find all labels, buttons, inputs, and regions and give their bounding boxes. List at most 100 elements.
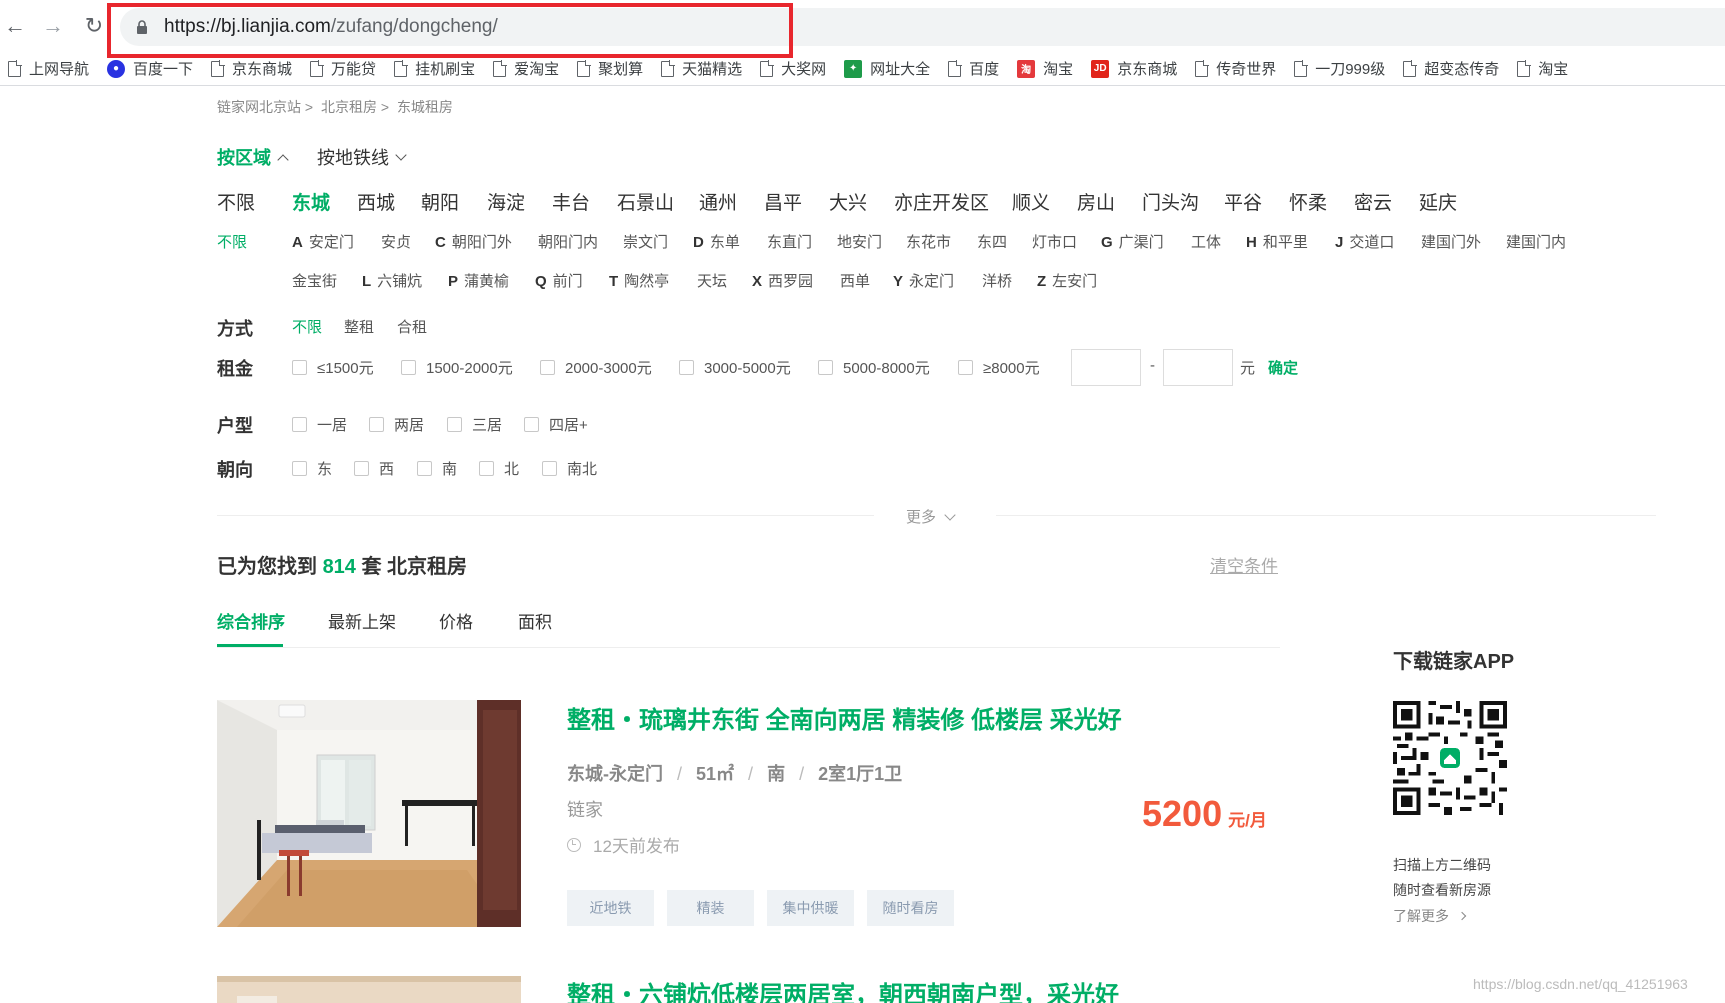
layout-option[interactable]: 三居 <box>447 414 502 435</box>
checkbox[interactable] <box>292 461 307 476</box>
district-option[interactable]: 昌平 <box>764 188 802 215</box>
rent-option[interactable]: ≥8000元 <box>958 357 1040 378</box>
checkbox[interactable] <box>540 360 555 375</box>
bookmark-item[interactable]: ✦ 网址大全 <box>844 58 930 79</box>
subdistrict-option[interactable]: 洋桥 <box>982 270 1012 291</box>
bookmark-item[interactable]: 超变态传奇 <box>1403 58 1499 79</box>
subdistrict-option[interactable]: 金宝街 <box>292 270 337 291</box>
subdistrict-option[interactable]: 东花市 <box>906 231 951 252</box>
rent-min-input[interactable] <box>1071 349 1141 386</box>
checkbox[interactable] <box>524 417 539 432</box>
breadcrumb-item[interactable]: 链家网北京站 > <box>217 99 313 115</box>
checkbox[interactable] <box>401 360 416 375</box>
subdistrict-option[interactable]: L 六铺炕 <box>362 270 422 291</box>
mode-option-selected[interactable]: 不限 <box>292 316 322 337</box>
bookmark-item[interactable]: 淘淘宝 <box>1017 58 1073 79</box>
clear-filters-link[interactable]: 清空条件 <box>1210 552 1278 577</box>
district-option[interactable]: 丰台 <box>552 188 590 215</box>
district-option[interactable]: 海淀 <box>487 188 525 215</box>
district-option[interactable]: 怀柔 <box>1289 188 1327 215</box>
breadcrumb-item[interactable]: 东城租房 <box>397 99 453 115</box>
bookmark-item[interactable]: 传奇世界 <box>1195 58 1276 79</box>
subdistrict-option[interactable]: C 朝阳门外 <box>435 231 512 252</box>
subdistrict-option[interactable]: 工体 <box>1191 231 1221 252</box>
rent-confirm-button[interactable]: 确定 <box>1268 357 1298 378</box>
subdistrict-option[interactable]: T 陶然亭 <box>609 270 669 291</box>
back-arrow-icon[interactable]: ← <box>1 12 29 40</box>
sort-tab-area[interactable]: 面积 <box>518 608 552 633</box>
district-option[interactable]: 门头沟 <box>1142 188 1199 215</box>
district-option[interactable]: 朝阳 <box>421 188 459 215</box>
tab-by-region[interactable]: 按区域 <box>217 144 289 170</box>
rent-option[interactable]: 5000-8000元 <box>818 357 930 378</box>
layout-option[interactable]: 两居 <box>369 414 424 435</box>
reload-icon[interactable]: ↻ <box>80 12 108 40</box>
checkbox[interactable] <box>542 461 557 476</box>
subdistrict-option[interactable]: 建国门内 <box>1506 231 1566 252</box>
subdistrict-option[interactable]: G 广渠门 <box>1101 231 1164 252</box>
listing-title[interactable]: 整租・琉璃井东街 全南向两居 精装修 低楼层 采光好 <box>567 700 1122 735</box>
forward-arrow-icon[interactable]: → <box>39 12 67 40</box>
bookmark-item[interactable]: 爱淘宝 <box>493 58 559 79</box>
district-option[interactable]: 不限 <box>217 188 255 215</box>
subdistrict-option[interactable]: 地安门 <box>837 231 882 252</box>
bookmark-item[interactable]: 大奖网 <box>760 58 826 79</box>
subdistrict-option[interactable]: P 蒲黄榆 <box>448 270 509 291</box>
district-option[interactable]: 亦庄开发区 <box>894 188 989 215</box>
subdistrict-option[interactable]: A 安定门 <box>292 231 354 252</box>
district-option[interactable]: 密云 <box>1354 188 1392 215</box>
checkbox[interactable] <box>958 360 973 375</box>
district-option[interactable]: 通州 <box>699 188 737 215</box>
sort-tab-newest[interactable]: 最新上架 <box>328 608 396 633</box>
subdistrict-option[interactable]: 东直门 <box>767 231 812 252</box>
tab-by-subway[interactable]: 按地铁线 <box>317 144 407 170</box>
district-option[interactable]: 平谷 <box>1224 188 1262 215</box>
bookmark-item[interactable]: 万能贷 <box>310 58 376 79</box>
district-option[interactable]: 大兴 <box>829 188 867 215</box>
layout-option[interactable]: 一居 <box>292 414 347 435</box>
bookmark-item[interactable]: 挂机刷宝 <box>394 58 475 79</box>
checkbox[interactable] <box>292 360 307 375</box>
learn-more-link[interactable]: 了解更多 <box>1393 906 1467 926</box>
rent-option[interactable]: 1500-2000元 <box>401 357 513 378</box>
subdistrict-option[interactable]: 建国门外 <box>1421 231 1481 252</box>
bookmark-item[interactable]: 一刀999级 <box>1294 58 1385 79</box>
bookmark-item[interactable]: 京东商城 <box>211 58 292 79</box>
subdistrict-option[interactable]: J 交道口 <box>1335 231 1394 252</box>
subdistrict-option[interactable]: Q 前门 <box>535 270 583 291</box>
checkbox[interactable] <box>417 461 432 476</box>
bookmark-item[interactable]: 淘宝 <box>1517 58 1568 79</box>
rent-option[interactable]: 3000-5000元 <box>679 357 791 378</box>
sort-tab-default[interactable]: 综合排序 <box>217 608 285 633</box>
checkbox[interactable] <box>447 417 462 432</box>
listing-photo[interactable] <box>217 700 521 927</box>
orientation-option[interactable]: 南 <box>417 458 457 479</box>
mode-option[interactable]: 合租 <box>397 316 427 337</box>
bookmark-item[interactable]: 聚划算 <box>577 58 643 79</box>
checkbox[interactable] <box>818 360 833 375</box>
district-option[interactable]: 房山 <box>1077 188 1115 215</box>
subdistrict-option-selected[interactable]: 不限 <box>217 231 247 252</box>
rent-max-input[interactable] <box>1163 349 1233 386</box>
orientation-option[interactable]: 东 <box>292 458 332 479</box>
layout-option[interactable]: 四居+ <box>524 414 588 435</box>
subdistrict-option[interactable]: D 东单 <box>693 231 740 252</box>
district-option[interactable]: 石景山 <box>617 188 674 215</box>
subdistrict-option[interactable]: Z 左安门 <box>1037 270 1097 291</box>
listing-photo[interactable] <box>217 976 521 1003</box>
more-filters-toggle[interactable]: 更多 <box>906 506 956 527</box>
district-option[interactable]: 延庆 <box>1419 188 1457 215</box>
subdistrict-option[interactable]: H 和平里 <box>1246 231 1308 252</box>
orientation-option[interactable]: 西 <box>354 458 394 479</box>
checkbox[interactable] <box>292 417 307 432</box>
sort-tab-price[interactable]: 价格 <box>439 608 473 633</box>
bookmark-item[interactable]: ● 百度一下 <box>107 58 193 79</box>
subdistrict-option[interactable]: X 西罗园 <box>752 270 813 291</box>
listing-location[interactable]: 东城-永定门 <box>567 764 663 784</box>
checkbox[interactable] <box>479 461 494 476</box>
bookmark-item[interactable]: 百度 <box>948 58 999 79</box>
rent-option[interactable]: 2000-3000元 <box>540 357 652 378</box>
district-option[interactable]: 顺义 <box>1012 188 1050 215</box>
subdistrict-option[interactable]: 安贞 <box>381 231 411 252</box>
bookmark-item[interactable]: 上网导航 <box>8 58 89 79</box>
